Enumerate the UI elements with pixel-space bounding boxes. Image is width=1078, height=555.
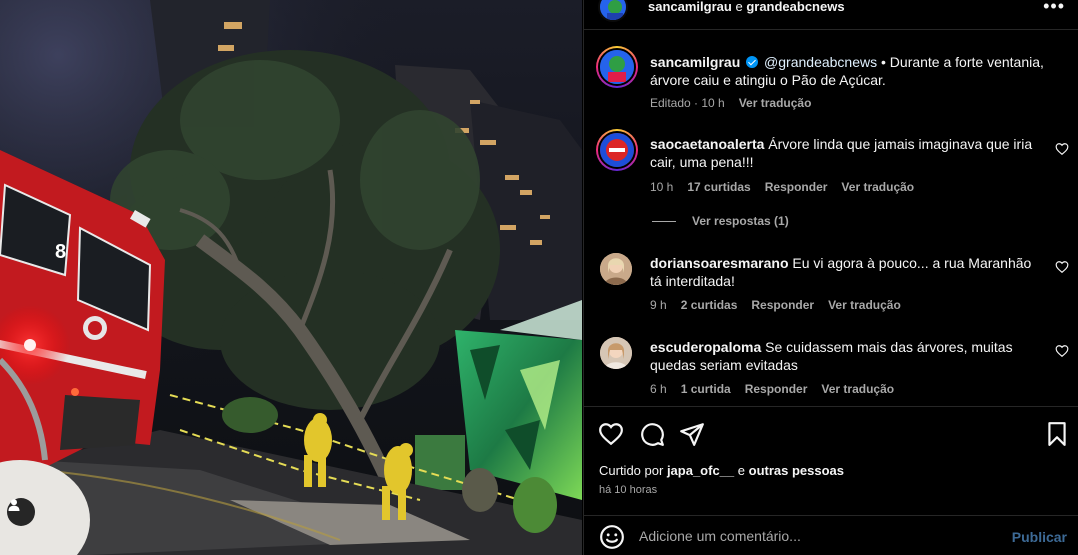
comment-translate-link[interactable]: Ver tradução [828,298,901,312]
comment-avatar-image [600,253,632,285]
comment-likes[interactable]: 17 curtidas [687,180,750,194]
comment-time: 9 h [650,298,667,312]
comment-username[interactable]: doriansoaresmarano [650,255,789,271]
caption-username[interactable]: sancamilgrau [650,54,740,70]
heart-icon[interactable] [598,421,624,447]
caption-edited: Editado · 10 h [650,96,725,110]
comment-avatar-image [600,337,632,369]
comment-heart-icon[interactable] [1055,142,1069,156]
more-options-icon[interactable]: ••• [1043,0,1065,17]
comment-time: 6 h [650,382,667,396]
comment-likes[interactable]: 1 curtida [681,382,731,396]
truck-number: 8 [55,241,66,263]
caption-avatar[interactable] [596,46,638,88]
post-details-panel: sancamilgrau e grandeabcnews ••• sancami… [583,0,1078,555]
publish-button[interactable]: Publicar [1012,529,1067,545]
view-replies-link[interactable]: Ver respostas (1) [652,214,789,228]
comment-translate-link[interactable]: Ver tradução [841,180,914,194]
comment-translate-link[interactable]: Ver tradução [821,382,894,396]
post-header: sancamilgrau e grandeabcnews ••• [584,0,1078,30]
author-username[interactable]: sancamilgrau [648,0,732,14]
comment-avatar-escuderopaloma[interactable] [600,337,632,369]
comment-meta: 9 h 2 curtidas Responder Ver tradução [650,298,915,312]
post-actions: Curtido por japa_ofc__ e outras pessoas … [584,406,1078,506]
comment-avatar-doriansoaresmarano[interactable] [600,253,632,285]
comment-input[interactable] [639,525,999,547]
user-tag-button[interactable] [7,498,35,526]
author-joiner: e [735,0,743,14]
user-tag-icon [8,499,20,511]
coauthor-username[interactable]: grandeabcnews [746,0,844,14]
emoji-icon[interactable] [599,524,625,550]
liked-by-prefix: Curtido por [599,463,664,478]
view-replies-label: Ver respostas (1) [692,214,789,228]
caption-avatar-image [600,50,634,84]
comment-icon[interactable] [639,421,665,447]
caption-text: sancamilgrau @grandeabcnews • Durante a … [650,53,1055,89]
replies-line [652,220,676,222]
caption-meta: Editado · 10 h Ver tradução [650,96,825,110]
comment-username[interactable]: saocaetanoalerta [650,136,764,152]
comment-likes[interactable]: 2 curtidas [681,298,738,312]
caption-translate-link[interactable]: Ver tradução [739,96,812,110]
comment-text: escuderopaloma Se cuidassem mais das árv… [650,338,1040,374]
liked-by: Curtido por japa_ofc__ e outras pessoas [599,463,844,478]
comment-username[interactable]: escuderopaloma [650,339,761,355]
liked-by-user[interactable]: japa_ofc__ [667,463,734,478]
photo-scene: 8 [0,0,582,555]
comment-heart-icon[interactable] [1055,260,1069,274]
liked-by-others[interactable]: outras pessoas [749,463,844,478]
comment-text: saocaetanoalerta Árvore linda que jamais… [650,135,1040,171]
posted-ago[interactable]: há 10 horas [599,484,657,496]
post-authors: sancamilgrau e grandeabcnews [648,0,845,14]
comment-text: doriansoaresmarano Eu vi agora à pouco..… [650,254,1040,290]
save-icon[interactable] [1044,421,1070,447]
comment-meta: 10 h 17 curtidas Responder Ver tradução [650,180,928,194]
post-photo[interactable]: 8 [0,0,582,555]
share-icon[interactable] [679,421,705,447]
comment-reply-link[interactable]: Responder [765,180,828,194]
verified-icon [746,56,759,68]
comment-reply-link[interactable]: Responder [745,382,808,396]
comment-avatar-saocaetanoalerta[interactable] [596,129,638,171]
liked-by-joiner: e [737,463,745,478]
comment-heart-icon[interactable] [1055,344,1069,358]
comments-feed[interactable]: sancamilgrau @grandeabcnews • Durante a … [584,31,1078,405]
comment-composer: Publicar [584,515,1078,555]
comment-time: 10 h [650,180,674,194]
author-avatar[interactable] [598,0,628,22]
comment-reply-link[interactable]: Responder [751,298,814,312]
comment-meta: 6 h 1 curtida Responder Ver tradução [650,382,908,396]
author-avatar-image [600,0,626,20]
comment-avatar-image [600,133,634,167]
caption-mention[interactable]: @grandeabcnews [764,54,877,70]
